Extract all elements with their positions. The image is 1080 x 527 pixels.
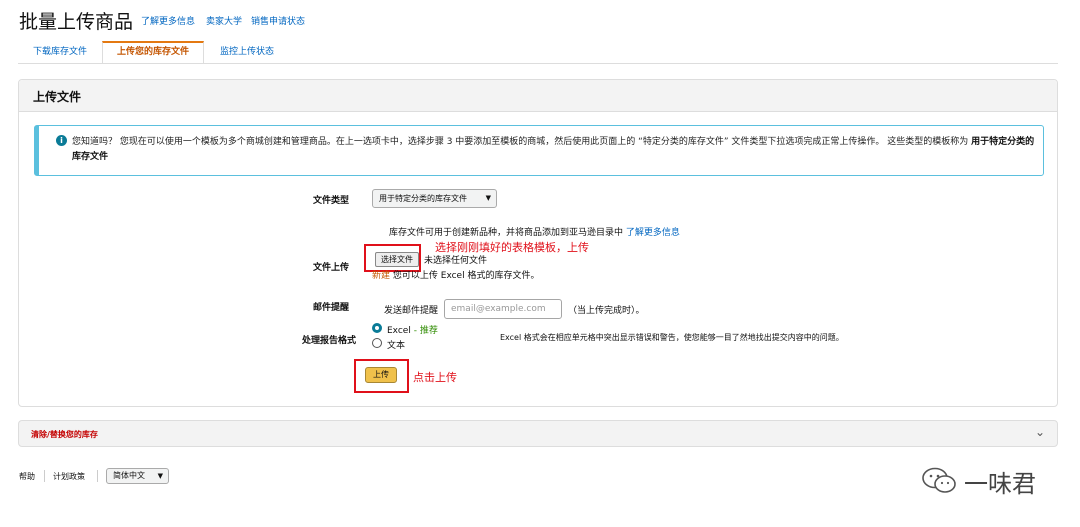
new-badge: 新建 — [372, 271, 391, 281]
selling-application-status-link[interactable]: 销售申请状态 — [251, 14, 305, 27]
recommended-tag: - 推荐 — [413, 326, 438, 336]
email-reminder-label: 邮件提醒 — [313, 303, 350, 313]
info-body: 您知道吗？ 您现在可以使用一个模板为多个商城创建和管理商品。在上一选项卡中，选择… — [72, 137, 969, 147]
upload-annotation: 点击上传 — [413, 371, 457, 384]
tab-upload-inventory[interactable]: 上传您的库存文件 — [102, 41, 204, 64]
report-format-excel-option: Excel - 推荐 — [387, 323, 438, 336]
seller-university-link[interactable]: 卖家大学 — [206, 14, 242, 27]
page-title: 批量上传商品 — [19, 11, 134, 33]
chevron-down-icon: ▼ — [485, 194, 491, 202]
upload-learn-more-link[interactable]: 了解更多信息 — [626, 228, 680, 238]
email-field[interactable]: email@example.com — [444, 299, 562, 319]
help-link[interactable]: 帮助 — [19, 471, 35, 482]
footer-divider — [44, 470, 45, 482]
wechat-icon — [922, 467, 956, 493]
chevron-down-icon: ⌄ — [1034, 425, 1045, 439]
chevron-down-icon: ▼ — [157, 472, 163, 480]
email-prefix: 发送邮件提醒 — [384, 306, 439, 316]
language-selected: 简体中文 — [113, 471, 145, 480]
info-alert: i 您知道吗？ 您现在可以使用一个模板为多个商城创建和管理商品。在上一选项卡中，… — [34, 125, 1044, 176]
email-suffix: （当上传完成时）。 — [568, 306, 645, 316]
panel-title: 上传文件 — [33, 90, 82, 104]
file-type-select[interactable]: 用于特定分类的库存文件 ▼ — [372, 189, 497, 208]
tab-monitor-upload[interactable]: 监控上传状态 — [204, 41, 290, 64]
no-file-chosen-text: 未选择任何文件 — [424, 256, 488, 266]
upload-hint-text: 库存文件可用于创建新品种，并将商品添加到亚马逊目录中 — [389, 228, 624, 238]
plans-policies-link[interactable]: 计划政策 — [53, 471, 85, 482]
report-format-text-radio[interactable] — [372, 338, 382, 348]
clear-replace-inventory-label: 清除/替换您的库存 — [31, 430, 98, 439]
excel-note: 新建 您可以上传 Excel 格式的库存文件。 — [372, 268, 539, 281]
panel-header: 上传文件 — [19, 80, 1057, 112]
report-format-note: Excel 格式会在相应单元格中突出显示错误和警告，使您能够一目了然地找出提交内… — [500, 333, 844, 342]
info-text: 您知道吗？ 您现在可以使用一个模板为多个商城创建和管理商品。在上一选项卡中，选择… — [72, 135, 1042, 165]
watermark-text: 一味君 — [964, 470, 1036, 498]
tabs-divider — [18, 63, 1058, 64]
footer-divider — [97, 470, 98, 482]
file-upload-label: 文件上传 — [313, 263, 350, 273]
info-icon: i — [56, 135, 67, 146]
excel-note-text: 您可以上传 Excel 格式的库存文件。 — [392, 271, 540, 281]
tab-download-inventory[interactable]: 下载库存文件 — [18, 41, 102, 64]
excel-option-label: Excel — [387, 326, 411, 336]
text-option-label: 文本 — [387, 341, 406, 351]
file-type-label: 文件类型 — [313, 196, 350, 206]
language-select[interactable]: 简体中文 ▼ — [106, 468, 169, 484]
report-format-excel-radio[interactable] — [372, 323, 382, 333]
upload-hint: 库存文件可用于创建新品种，并将商品添加到亚马逊目录中 了解更多信息 — [389, 225, 680, 238]
report-format-label: 处理报告格式 — [302, 336, 357, 346]
learn-more-link[interactable]: 了解更多信息 — [141, 14, 195, 27]
clear-replace-inventory-section[interactable]: 清除/替换您的库存 ⌄ — [18, 420, 1058, 447]
file-type-selected: 用于特定分类的库存文件 — [379, 194, 467, 203]
upload-highlight-frame — [354, 359, 409, 393]
